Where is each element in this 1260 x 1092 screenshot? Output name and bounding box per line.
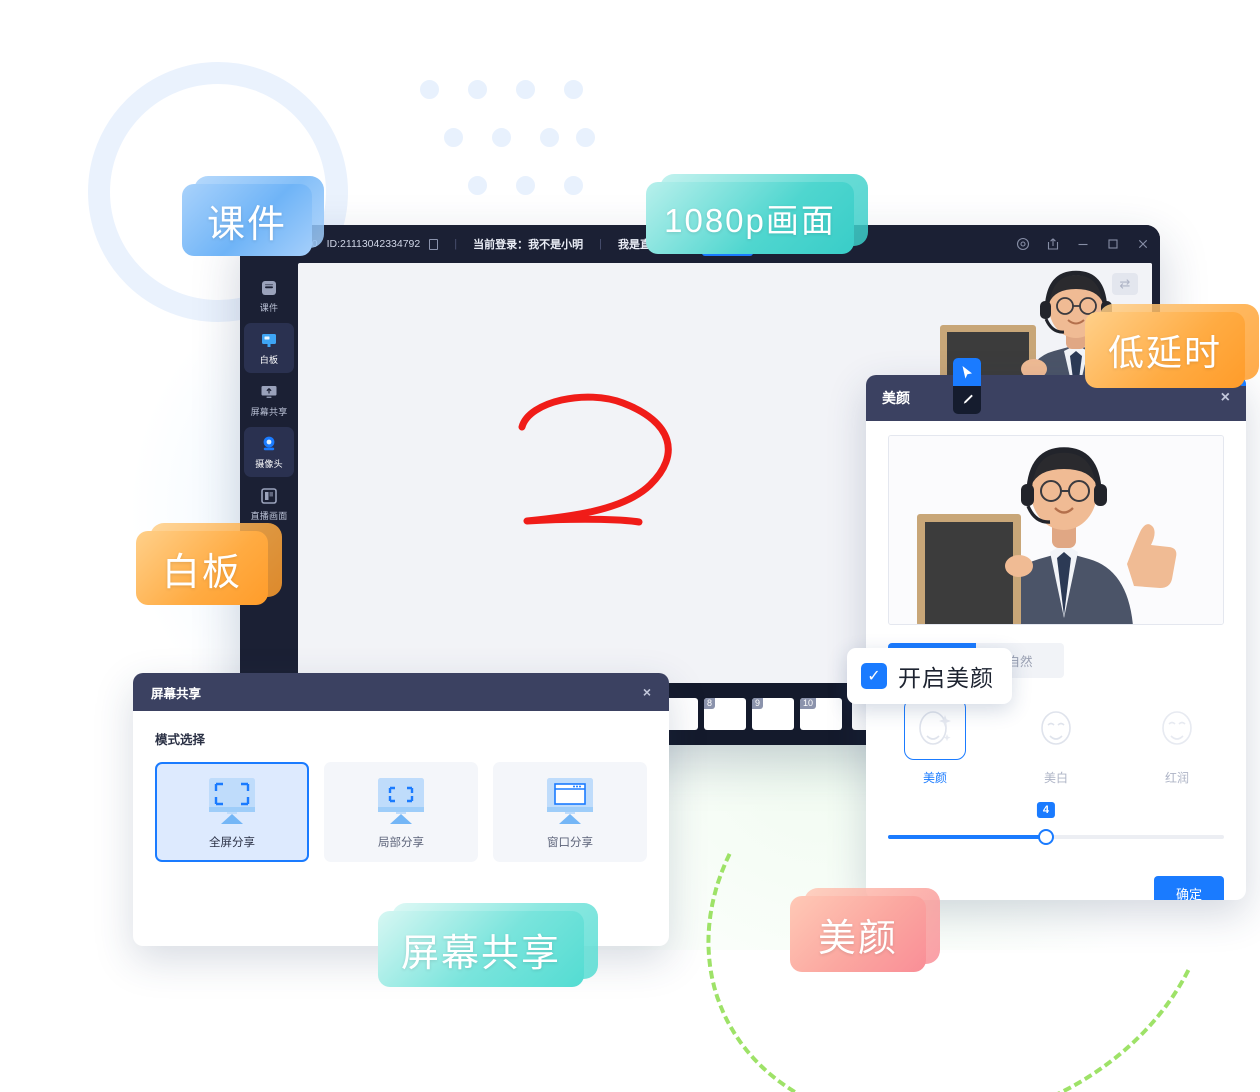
share-mode-label: 窗口分享: [547, 837, 593, 849]
beauty-effects: ✓ 美颜 ✓ 美白: [888, 375, 1246, 786]
beauty-panel: 美颜 × 自然 美颜 美白 红润 4 确定: [866, 375, 1246, 900]
sidebar-item-label: 屏幕共享: [250, 407, 288, 417]
fullscreen-share-icon: [209, 778, 255, 824]
camera-icon: [259, 434, 279, 454]
page-number: 8: [704, 698, 716, 709]
live-layout-icon: [259, 486, 279, 506]
screen-share-icon: [259, 382, 279, 402]
checkbox-checked-icon[interactable]: ✓: [861, 663, 887, 689]
separator: |: [599, 238, 602, 250]
share-mode-label: 全屏分享: [209, 837, 255, 849]
slider-knob[interactable]: [1037, 829, 1054, 845]
badge-label: 屏幕共享: [378, 911, 584, 987]
sidebar-item-label: 白板: [259, 355, 279, 365]
share-mode-window[interactable]: 窗口分享: [493, 762, 647, 862]
sidebar-item-live-layout[interactable]: 直播画面: [244, 479, 294, 529]
mode-section-label: 模式选择: [155, 733, 206, 747]
share-mode-region[interactable]: 局部分享: [324, 762, 478, 862]
effect-whitening[interactable]: ✓ 美白: [1017, 375, 1246, 786]
courseware-icon: [259, 278, 279, 298]
settings-icon[interactable]: [1016, 237, 1030, 251]
copy-icon[interactable]: [429, 238, 439, 250]
screen-share-title: 屏幕共享: [151, 686, 202, 701]
effect-label: 美颜: [922, 771, 947, 785]
effect-thumb: [1025, 698, 1087, 760]
whiteboard-icon: [259, 330, 279, 350]
close-icon[interactable]: ×: [643, 685, 651, 699]
effect-label: 美白: [1043, 771, 1068, 785]
face-rosy-icon: [1162, 711, 1192, 745]
effect-thumb: [1146, 698, 1208, 760]
beauty-preview: [888, 435, 1224, 625]
effect-thumb: [904, 698, 966, 760]
badge-label: 课件: [182, 184, 312, 256]
sidebar-item-label: 直播画面: [250, 511, 288, 521]
sidebar-item-camera[interactable]: 摄像头: [244, 427, 294, 477]
share-icon[interactable]: [1046, 237, 1060, 251]
minimize-icon[interactable]: [1076, 237, 1090, 251]
decor-dot-grid: [420, 80, 605, 210]
screen-share-header: 屏幕共享 ×: [133, 673, 669, 711]
sidebar-item-courseware[interactable]: 课件: [244, 271, 294, 321]
enable-beauty-label: 开启美颜: [898, 665, 994, 691]
close-icon[interactable]: [1136, 237, 1150, 251]
badge-whiteboard: 白板: [136, 523, 282, 605]
page-number: 9: [752, 698, 764, 709]
separator: |: [454, 238, 458, 250]
effect-label: 红润: [1164, 771, 1189, 785]
face-sparkle-icon: [919, 711, 951, 745]
sidebar-item-label: 课件: [259, 303, 279, 313]
pointer-tool[interactable]: [953, 358, 981, 386]
window-controls: [1016, 237, 1150, 251]
badge-low-latency: 低延时: [1085, 304, 1259, 388]
confirm-button[interactable]: 确定: [1153, 876, 1224, 900]
slider-value: 4: [1036, 802, 1055, 818]
badge-label: 美颜: [790, 896, 926, 972]
page-thumbnail[interactable]: 8: [704, 698, 747, 730]
region-share-icon: [378, 778, 424, 824]
page-thumbnail[interactable]: 9: [752, 698, 795, 730]
share-mode-options: 全屏分享 局部分享 窗口分享: [155, 762, 647, 862]
badge-screen-share: 屏幕共享: [378, 903, 598, 987]
share-mode-label: 局部分享: [378, 837, 424, 849]
pen-tool[interactable]: [953, 386, 981, 414]
badge-label: 1080p画面: [646, 182, 854, 254]
beauty-intensity-slider[interactable]: 4: [888, 802, 1224, 854]
sidebar-item-screen-share[interactable]: 屏幕共享: [244, 375, 294, 425]
face-whitening-icon: [1041, 711, 1071, 745]
close-icon[interactable]: ×: [1221, 390, 1230, 406]
page-number: 10: [800, 698, 817, 709]
whiteboard-drawing: [518, 393, 672, 526]
badge-courseware: 课件: [182, 176, 324, 256]
stream-id: ID:21113042334792: [326, 238, 421, 250]
sidebar-item-label: 摄像头: [255, 459, 283, 469]
share-mode-fullscreen[interactable]: 全屏分享: [155, 762, 309, 862]
badge-label: 白板: [136, 531, 268, 605]
floating-toolbar: [953, 358, 981, 414]
slider-fill: [888, 835, 1046, 839]
page-thumbnail[interactable]: 10: [800, 698, 843, 730]
badge-resolution: 1080p画面: [646, 174, 868, 254]
badge-label: 低延时: [1085, 312, 1245, 388]
preview-illustration: [889, 436, 1223, 624]
page-root: 直播 v1.0.0 ID:21113042334792 | 当前登录：我不是小明…: [0, 0, 1260, 1092]
sidebar-item-whiteboard[interactable]: 白板: [244, 323, 294, 373]
beauty-panel-title: 美颜: [882, 390, 910, 406]
enable-beauty-callout[interactable]: ✓ 开启美颜: [847, 648, 1012, 704]
window-share-icon: [547, 778, 593, 824]
badge-beauty: 美颜: [790, 888, 940, 972]
swap-layout-icon[interactable]: ⇄: [1112, 273, 1138, 295]
effect-beauty[interactable]: ✓ 美颜: [896, 375, 1246, 786]
current-user: 当前登录：我不是小明: [473, 239, 584, 251]
effect-rosy[interactable]: 红润: [1138, 698, 1216, 786]
maximize-icon[interactable]: [1106, 237, 1120, 251]
